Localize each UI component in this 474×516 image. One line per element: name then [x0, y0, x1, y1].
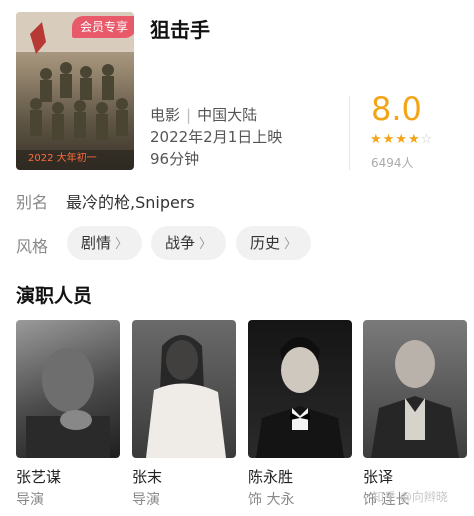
rating-votes: 6494人 — [371, 156, 414, 170]
cast-name[interactable]: 张末 — [132, 466, 162, 487]
alias-label: 别名 — [16, 193, 49, 212]
cast-role: 导演 — [16, 492, 44, 508]
chevron-right-icon: 〉 — [199, 237, 213, 252]
chevron-right-icon: 〉 — [284, 237, 298, 252]
alias-value: 最冷的枪,Snipers — [66, 193, 195, 212]
watermark: 知乎 @向辫晓 — [372, 490, 448, 504]
cast-photo-zhang-yi[interactable] — [363, 320, 467, 458]
meta-divider: | — [186, 106, 192, 124]
cast-role: 饰 大永 — [248, 492, 295, 508]
cast-name[interactable]: 张艺谋 — [16, 466, 61, 487]
genre-tag-history[interactable]: 历史〉 — [236, 226, 312, 260]
star-icon: ★ — [382, 132, 396, 147]
cast-photo-zhang-mo[interactable] — [132, 320, 236, 458]
genre-tag-drama[interactable]: 剧情〉 — [67, 226, 143, 260]
rating-stars: ★★★★☆ — [370, 132, 433, 147]
portrait-image — [146, 335, 226, 458]
star-icon: ★ — [407, 132, 421, 147]
rating-score: 8.0 — [371, 90, 422, 128]
chevron-right-icon: 〉 — [115, 237, 129, 252]
portrait-image — [256, 337, 344, 458]
rating-divider — [349, 96, 350, 170]
genre-tag-label: 历史 — [250, 234, 281, 252]
genre-tag-label: 战争 — [165, 234, 196, 252]
star-empty-icon: ☆ — [420, 132, 434, 147]
cast-heading: 演职人员 — [16, 285, 93, 307]
movie-region: 中国大陆 — [197, 106, 258, 124]
cast-name[interactable]: 陈永胜 — [248, 466, 293, 487]
genre-label: 风格 — [16, 237, 49, 256]
movie-title: 狙击手 — [150, 18, 210, 42]
vip-badge: 会员专享 — [72, 16, 134, 38]
genre-tag-war[interactable]: 战争〉 — [151, 226, 227, 260]
genre-tag-label: 剧情 — [81, 234, 112, 252]
movie-poster[interactable]: 会员专享 2022 大年初一 — [16, 12, 134, 170]
cast-photo-chen-yongsheng[interactable] — [248, 320, 352, 458]
cast-role: 导演 — [132, 492, 160, 508]
star-icon: ★ — [370, 132, 383, 147]
cast-photo-zhang-yimou[interactable] — [16, 320, 120, 458]
duration: 96分钟 — [150, 150, 200, 168]
release-date: 2022年2月1日上映 — [150, 128, 283, 146]
star-icon: ★ — [395, 132, 408, 147]
cast-name[interactable]: 张译 — [363, 466, 393, 487]
portrait-image — [371, 340, 459, 458]
movie-type: 电影 — [150, 106, 181, 124]
poster-release-strip: 2022 大年初一 — [28, 153, 97, 164]
portrait-image — [26, 348, 110, 458]
movie-type-region: 电影 | 中国大陆 — [150, 104, 257, 125]
